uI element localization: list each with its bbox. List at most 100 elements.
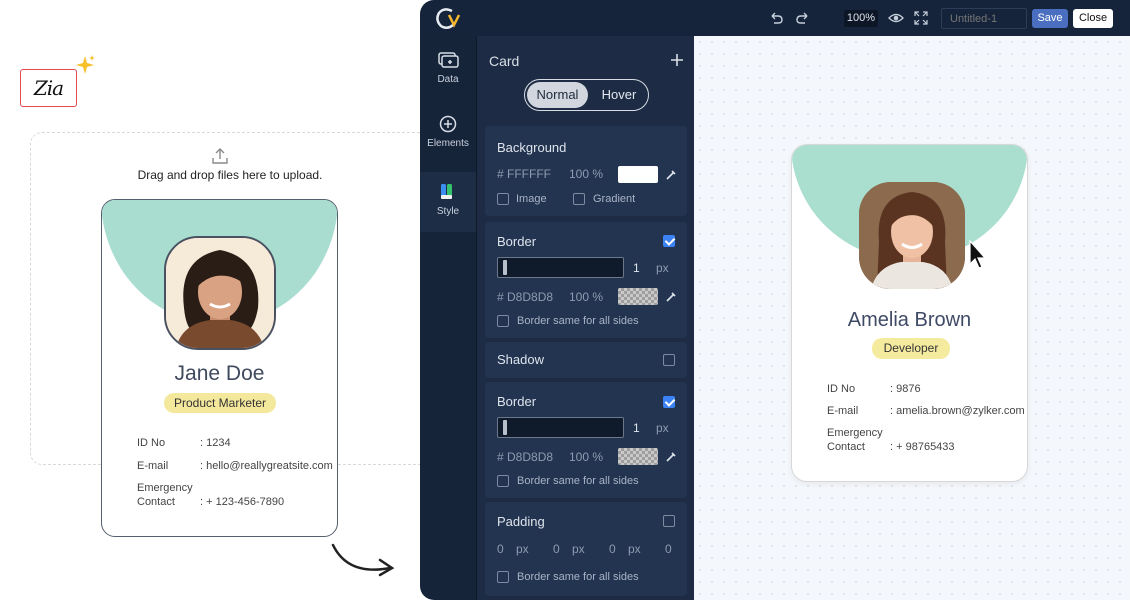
field-label-email: E-mail <box>827 405 859 417</box>
card-role-badge: Developer <box>872 338 950 359</box>
border-width-slider[interactable] <box>497 257 624 278</box>
border-same-sides-checkbox[interactable] <box>497 315 509 327</box>
border-2-width-unit: px <box>656 421 669 435</box>
background-title: Background <box>497 140 567 155</box>
shadow-checkbox[interactable] <box>663 354 675 366</box>
rail-label-style: Style <box>436 206 460 217</box>
image-label: Image <box>516 193 547 205</box>
border-title: Border <box>497 234 537 249</box>
border-2-color-swatch[interactable] <box>618 448 658 465</box>
section-border: Border 1 px # D8D8D8 100 % Border same f… <box>485 222 687 338</box>
zoom-level[interactable]: 100% <box>844 10 878 27</box>
padding-unit: px <box>572 542 585 556</box>
style-icon <box>441 184 452 199</box>
field-label-id: ID No <box>137 437 166 449</box>
id-card-preview[interactable]: Amelia Brown Developer ID No : 9876 E-ma… <box>791 144 1028 482</box>
upload-icon <box>212 148 228 164</box>
padding-same-sides-label: Border same for all sides <box>517 571 639 583</box>
section-background: Background # FFFFFF 100 % Image Gradient <box>485 126 687 216</box>
sparkle-icon <box>76 55 95 74</box>
border-2-width-value[interactable]: 1 <box>633 421 640 435</box>
padding-unit: px <box>628 542 641 556</box>
rail-label-elements: Elements <box>427 138 469 149</box>
data-icon <box>438 52 459 68</box>
border-2-checkbox[interactable] <box>663 396 675 408</box>
border-2-same-sides-label: Border same for all sides <box>517 475 639 487</box>
section-border-2: Border 1 px # D8D8D8 100 % Border same f… <box>485 382 687 498</box>
mouse-cursor-icon <box>969 240 987 269</box>
app-logo-icon <box>436 8 461 29</box>
border-2-color-hex[interactable]: # D8D8D8 <box>497 450 553 464</box>
border-color-swatch[interactable] <box>618 288 658 305</box>
border-2-same-sides-checkbox[interactable] <box>497 475 509 487</box>
background-color-hex[interactable]: # FFFFFF <box>497 167 551 181</box>
section-padding: Padding 0 px 0 px 0 px 0 Border same for… <box>485 502 687 596</box>
card-name: Amelia Brown <box>847 309 972 331</box>
gradient-checkbox[interactable] <box>573 193 585 205</box>
field-label-emergency: Emergency Contact <box>137 482 193 508</box>
padding-same-sides-checkbox[interactable] <box>497 571 509 583</box>
preview-eye-icon[interactable] <box>888 10 904 26</box>
padding-checkbox[interactable] <box>663 515 675 527</box>
upload-instruction: Drag and drop files here to upload. <box>137 168 323 182</box>
save-button[interactable]: Save <box>1032 9 1068 28</box>
card-name: Jane Doe <box>174 362 265 385</box>
tab-hover[interactable]: Hover <box>591 82 647 108</box>
background-color-swatch[interactable] <box>618 166 658 183</box>
rail-label-data: Data <box>437 74 459 85</box>
section-shadow: Shadow <box>485 342 687 378</box>
field-label-emergency: Emergency Contact <box>827 427 883 453</box>
padding-left-value[interactable]: 0 <box>665 542 672 556</box>
border-color-hex[interactable]: # D8D8D8 <box>497 290 553 304</box>
tab-normal[interactable]: Normal <box>527 82 588 108</box>
border-2-title: Border <box>497 394 537 409</box>
field-value-emergency: : + 123-456-7890 <box>200 496 285 508</box>
border-2-opacity[interactable]: 100 % <box>569 450 603 464</box>
border-2-width-slider[interactable] <box>497 417 624 438</box>
field-value-email: : amelia.brown@zylker.com <box>890 405 1025 417</box>
padding-title: Padding <box>497 514 545 529</box>
undo-icon[interactable] <box>768 10 784 26</box>
close-button[interactable]: Close <box>1073 9 1113 28</box>
card-role-badge: Product Marketer <box>164 393 276 413</box>
plus-circle-icon <box>439 115 457 133</box>
gradient-label: Gradient <box>593 193 636 205</box>
rail-item-style[interactable]: Style <box>420 172 476 232</box>
redo-icon[interactable] <box>795 10 811 26</box>
state-toggle: Normal Hover <box>524 79 649 111</box>
padding-top-value[interactable]: 0 <box>497 542 504 556</box>
border-checkbox[interactable] <box>663 235 675 247</box>
add-icon[interactable] <box>669 52 685 68</box>
zia-logo: Zia <box>20 69 77 107</box>
border-same-sides-label: Border same for all sides <box>517 315 639 327</box>
padding-unit: px <box>516 542 529 556</box>
field-value-email: : hello@reallygreatsite.com <box>200 460 333 472</box>
document-title-input[interactable] <box>941 8 1027 29</box>
profile-photo <box>164 236 276 350</box>
padding-bottom-value[interactable]: 0 <box>609 542 616 556</box>
field-label-id: ID No <box>827 383 856 395</box>
eyedropper-icon[interactable] <box>665 169 677 181</box>
style-panel: Card Normal Hover Background # FFFFFF 10… <box>476 36 694 600</box>
editor-side-rail: Data Elements Style <box>420 36 476 600</box>
field-value-id: : 1234 <box>200 437 231 449</box>
panel-title: Card <box>489 53 520 69</box>
rail-item-data[interactable]: Data <box>420 50 476 110</box>
image-checkbox[interactable] <box>497 193 509 205</box>
eyedropper-icon[interactable] <box>665 291 677 303</box>
fullscreen-icon[interactable] <box>913 10 929 26</box>
border-width-value[interactable]: 1 <box>633 261 640 275</box>
field-label-email: E-mail <box>137 460 169 472</box>
rail-item-elements[interactable]: Elements <box>420 114 476 174</box>
id-card-original: Jane Doe Product Marketer ID No : 1234 E… <box>101 199 338 537</box>
background-opacity[interactable]: 100 % <box>569 167 603 181</box>
padding-right-value[interactable]: 0 <box>553 542 560 556</box>
field-value-id: : 9876 <box>890 383 921 395</box>
shadow-title: Shadow <box>497 352 544 367</box>
editor-toolbar: 100% Save Close <box>420 0 1130 36</box>
profile-photo <box>859 182 965 289</box>
field-value-emergency: : + 98765433 <box>890 441 955 453</box>
zia-logo-text: Zia <box>33 76 64 100</box>
eyedropper-icon[interactable] <box>665 451 677 463</box>
border-opacity[interactable]: 100 % <box>569 290 603 304</box>
